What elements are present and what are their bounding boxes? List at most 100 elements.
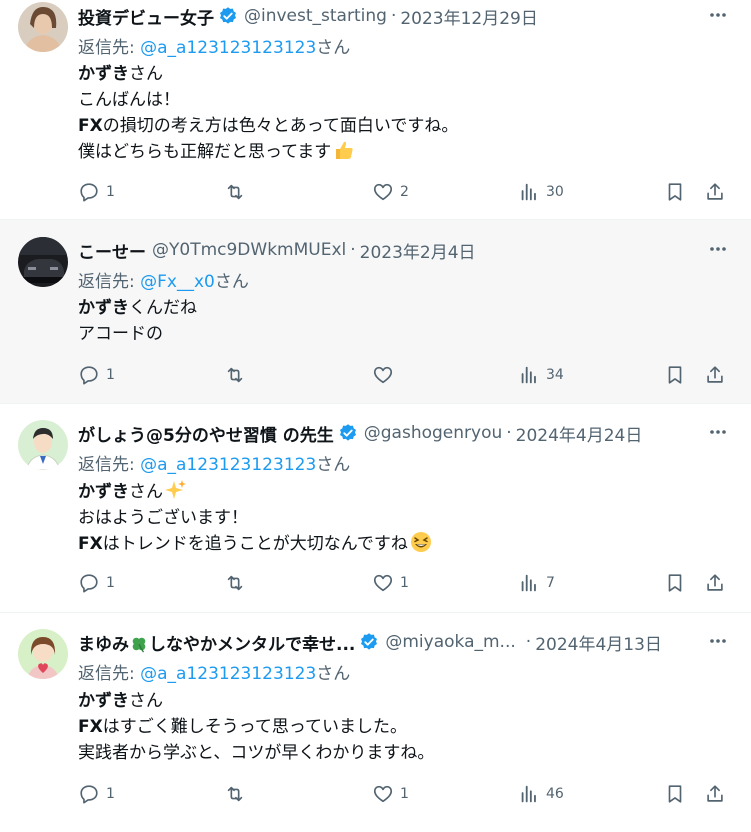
- bookmark-icon: [668, 366, 682, 384]
- tweet[interactable]: 投資デビュー女子 @invest_starting · 2023年12月29日 …: [0, 0, 751, 220]
- timestamp[interactable]: 2024年4月24日: [516, 421, 643, 446]
- more-options-icon[interactable]: [707, 4, 729, 26]
- like-button[interactable]: [372, 363, 400, 387]
- repost-icon: [227, 367, 243, 383]
- views-button[interactable]: 34: [518, 363, 564, 387]
- reply-to-label: 返信先:: [78, 664, 135, 684]
- four-leaf-clover-icon: [132, 637, 146, 653]
- tweet[interactable]: まゆみ しなやかメンタルで幸せ... @miyaoka_m... · 2024年4…: [0, 613, 751, 832]
- repost-button[interactable]: [224, 363, 252, 387]
- text-line: はすごく難しそうって思っていました。: [102, 717, 408, 737]
- mention-name: かずき: [78, 64, 129, 84]
- share-icon: [707, 366, 723, 383]
- handle[interactable]: @Y0Tmc9DWkmMUExl: [152, 240, 346, 260]
- like-count: 2: [400, 184, 409, 200]
- reply-mention-link[interactable]: @a_a123123123123: [140, 38, 316, 58]
- timestamp[interactable]: 2023年12月29日: [400, 4, 538, 29]
- like-button[interactable]: 1: [372, 571, 409, 595]
- verified-badge-icon: [361, 633, 378, 650]
- reply-suffix: さん: [316, 455, 351, 475]
- tweet[interactable]: こーせー @Y0Tmc9DWkmMUExl · 2023年2月4日 返信先: @…: [0, 220, 751, 404]
- separator-dot: ·: [525, 632, 532, 652]
- display-name[interactable]: まゆみ しなやかメンタルで幸せ...: [78, 630, 355, 655]
- text-line: 僕はどちらも正解だと思ってます: [78, 142, 332, 162]
- text-line: くんだね: [129, 298, 197, 318]
- share-button[interactable]: [704, 782, 726, 806]
- heart-icon: [373, 183, 393, 201]
- mention-name: かずき: [78, 298, 129, 318]
- text-line: アコードの: [78, 324, 163, 344]
- analytics-icon: [521, 366, 536, 384]
- bookmark-icon: [668, 183, 682, 201]
- reply-mention-link[interactable]: @a_a123123123123: [140, 664, 316, 684]
- display-name[interactable]: 投資デビュー女子: [78, 4, 214, 29]
- handle[interactable]: @miyaoka_m...: [385, 632, 515, 652]
- views-button[interactable]: 7: [518, 571, 555, 595]
- bookmark-button[interactable]: [664, 571, 686, 595]
- verified-badge-icon: [339, 424, 356, 441]
- bookmark-button[interactable]: [664, 180, 686, 204]
- reply-icon: [80, 785, 98, 804]
- reply-button[interactable]: 1: [78, 180, 115, 204]
- share-button[interactable]: [704, 363, 726, 387]
- more-options-icon[interactable]: [707, 421, 729, 443]
- share-icon: [707, 183, 723, 200]
- reply-to-label: 返信先:: [78, 272, 135, 292]
- tweet-text: かずきくんだね アコードの: [78, 295, 711, 347]
- reply-button[interactable]: 1: [78, 782, 115, 806]
- tweet-text: かずきさん おはようございます！ FXはトレンドを追うことが大切なんですね: [78, 479, 711, 557]
- timestamp[interactable]: 2024年4月13日: [535, 630, 662, 655]
- grinning-squint-emoji-icon: [410, 532, 431, 552]
- reply-button[interactable]: 1: [78, 363, 115, 387]
- repost-button[interactable]: [224, 180, 252, 204]
- heart-icon: [373, 574, 393, 592]
- reply-to-label: 返信先:: [78, 455, 135, 475]
- separator-dot: ·: [350, 240, 356, 260]
- avatar[interactable]: [18, 2, 68, 52]
- reply-button[interactable]: 1: [78, 571, 115, 595]
- repost-icon: [227, 575, 243, 591]
- display-name[interactable]: こーせー: [78, 238, 146, 263]
- reply-to-label: 返信先:: [78, 38, 135, 58]
- handle[interactable]: @gashogenryou: [364, 423, 503, 443]
- repost-icon: [227, 184, 243, 200]
- reply-to: 返信先: @Fx__x0さん: [78, 267, 249, 292]
- sparkles-emoji-icon: [165, 480, 186, 499]
- reply-mention-link[interactable]: @Fx__x0: [140, 272, 215, 292]
- views-button[interactable]: 30: [518, 180, 564, 204]
- like-button[interactable]: 1: [372, 782, 409, 806]
- like-button[interactable]: 2: [372, 180, 409, 204]
- timestamp[interactable]: 2023年2月4日: [360, 238, 476, 263]
- bookmark-button[interactable]: [664, 363, 686, 387]
- bookmark-icon: [668, 574, 682, 592]
- handle[interactable]: @invest_starting: [244, 6, 387, 26]
- reply-count: 1: [106, 184, 115, 200]
- reply-to: 返信先: @a_a123123123123さん: [78, 659, 350, 684]
- display-name[interactable]: がしょう@5分のやせ習慣 の先生: [78, 421, 334, 446]
- more-options-icon[interactable]: [707, 630, 729, 652]
- analytics-icon: [521, 785, 536, 803]
- repost-button[interactable]: [224, 782, 252, 806]
- share-button[interactable]: [704, 571, 726, 595]
- repost-button[interactable]: [224, 571, 252, 595]
- view-count: 7: [546, 575, 555, 591]
- bookmark-button[interactable]: [664, 782, 686, 806]
- text-line: はトレンドを追うことが大切なんですね: [102, 534, 408, 554]
- reply-icon: [80, 366, 98, 385]
- reply-mention-link[interactable]: @a_a123123123123: [140, 455, 316, 475]
- avatar[interactable]: [18, 629, 68, 679]
- text-line: おはようございます！: [78, 508, 248, 528]
- avatar[interactable]: [18, 420, 68, 470]
- bookmark-icon: [668, 785, 682, 803]
- views-button[interactable]: 46: [518, 782, 564, 806]
- share-button[interactable]: [704, 180, 726, 204]
- text-line: さん: [129, 482, 163, 502]
- view-count: 34: [546, 367, 564, 383]
- tweet[interactable]: がしょう@5分のやせ習慣 の先生 @gashogenryou · 2024年4月…: [0, 404, 751, 613]
- separator-dot: ·: [506, 423, 512, 443]
- text-line: さん: [129, 64, 163, 84]
- analytics-icon: [521, 183, 536, 201]
- mention-name: かずき: [78, 482, 129, 502]
- more-options-icon[interactable]: [707, 238, 729, 260]
- avatar[interactable]: [18, 237, 68, 287]
